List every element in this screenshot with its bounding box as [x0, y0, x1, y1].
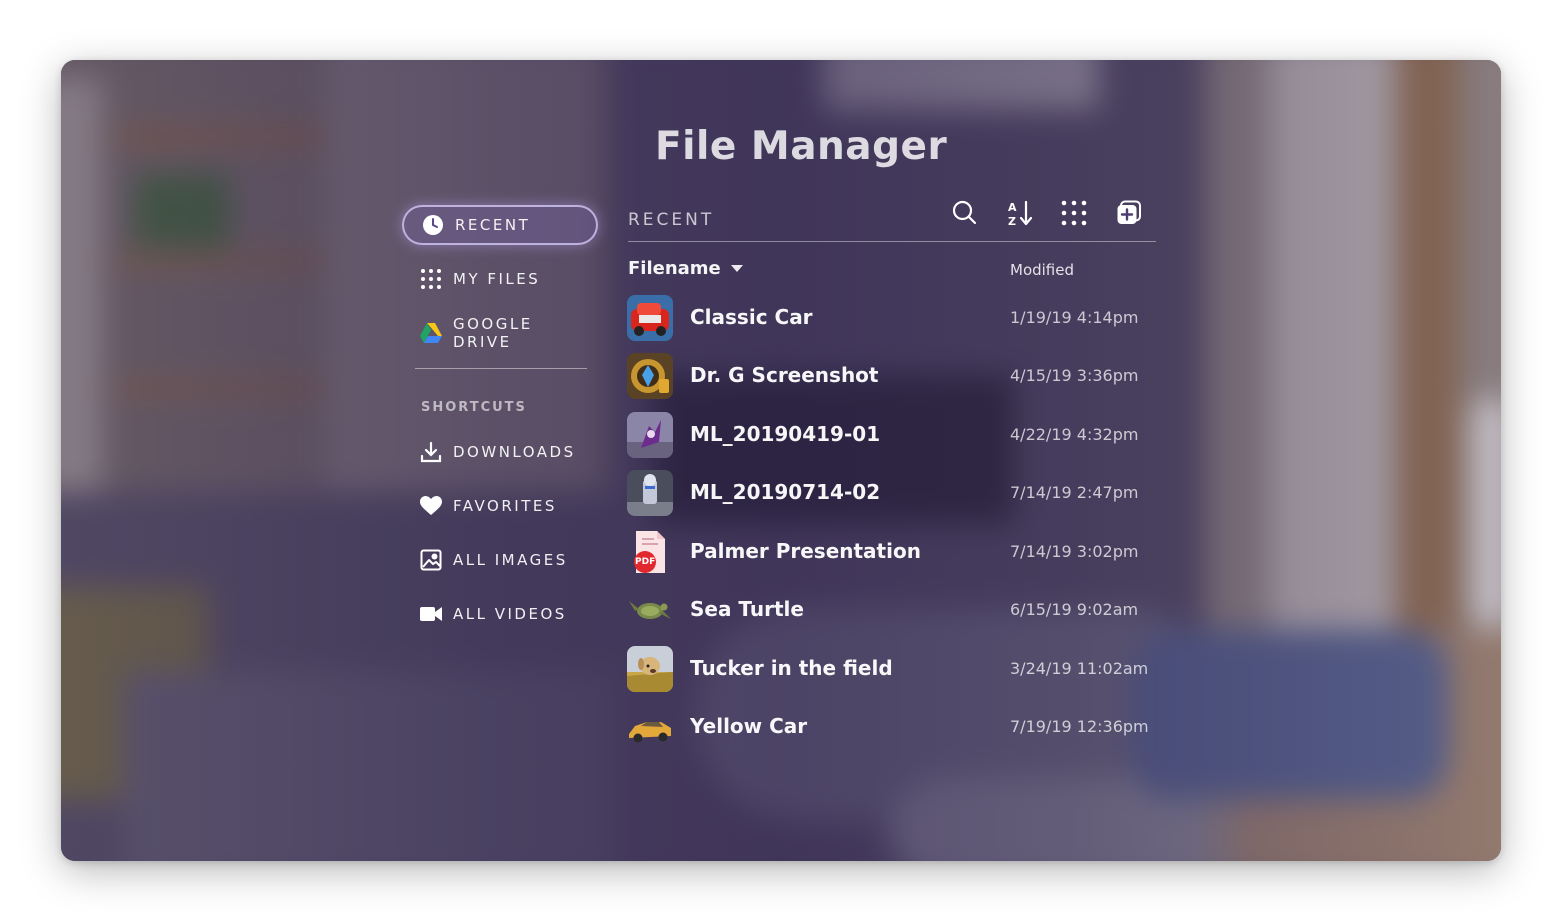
yellow-car-thumbnail [627, 704, 673, 750]
sidebar-item-google-drive[interactable]: GOOGLE DRIVE [402, 313, 598, 353]
sidebar-item-label: MY FILES [453, 270, 541, 288]
sea-turtle-thumbnail [627, 587, 673, 633]
file-modified-date: 1/19/19 4:14pm [1010, 308, 1139, 327]
sidebar-item-label: GOOGLE DRIVE [453, 315, 533, 351]
file-name: Dr. G Screenshot [690, 363, 879, 387]
header-divider [628, 241, 1156, 242]
file-row[interactable]: Dr. G Screenshot 4/15/19 3:36pm [627, 352, 1157, 400]
download-icon [420, 441, 442, 463]
sidebar-item-recent[interactable]: RECENT [402, 205, 598, 245]
file-name: ML_20190714-02 [690, 480, 881, 504]
file-modified-date: 7/19/19 12:36pm [1010, 717, 1149, 736]
file-row[interactable]: ML_20190419-01 4/22/19 4:32pm [627, 411, 1157, 459]
file-modified-date: 7/14/19 2:47pm [1010, 483, 1139, 502]
file-name: Yellow Car [690, 714, 808, 738]
pdf-icon: PDF [627, 529, 673, 575]
file-modified-date: 6/15/19 9:02am [1010, 600, 1139, 619]
heart-icon [420, 495, 442, 517]
filename-column-header[interactable]: Filename [628, 258, 743, 279]
sidebar-item-favorites[interactable]: FAVORITES [402, 486, 598, 526]
grid-dots-icon [420, 268, 442, 290]
sidebar-item-all-videos[interactable]: ALL VIDEOS [402, 594, 598, 634]
file-name: Palmer Presentation [690, 539, 921, 563]
sidebar-item-label: FAVORITES [453, 497, 557, 515]
file-row[interactable]: Classic Car 1/19/19 4:14pm [627, 294, 1157, 342]
file-row[interactable]: ML_20190714-02 7/14/19 2:47pm [627, 469, 1157, 517]
file-row[interactable]: Sea Turtle 6/15/19 9:02am [627, 586, 1157, 634]
file-row[interactable]: Tucker in the field 3/24/19 11:02am [627, 645, 1157, 693]
dog-photo-thumbnail [627, 646, 673, 692]
file-modified-date: 4/22/19 4:32pm [1010, 425, 1139, 444]
video-camera-icon [420, 603, 442, 625]
shortcuts-heading: SHORTCUTS [421, 400, 527, 415]
sidebar-item-label: DOWNLOADS [453, 443, 576, 461]
sidebar-item-label: ALL IMAGES [453, 551, 568, 569]
chevron-down-icon [730, 265, 743, 272]
svg-text:A: A [1008, 201, 1017, 214]
sort-button[interactable]: A Z [1005, 198, 1035, 228]
file-name: Sea Turtle [690, 597, 804, 621]
file-row[interactable]: PDF Palmer Presentation 7/14/19 3:02pm [627, 528, 1157, 576]
file-modified-date: 3/24/19 11:02am [1010, 659, 1149, 678]
search-button[interactable] [950, 198, 980, 228]
add-window-icon [1117, 200, 1141, 224]
pdf-badge: PDF [635, 557, 656, 567]
file-row[interactable]: Yellow Car 7/19/19 12:36pm [627, 703, 1157, 751]
file-name: ML_20190419-01 [690, 422, 881, 446]
search-icon [952, 200, 977, 225]
sidebar-item-my-files[interactable]: MY FILES [402, 259, 598, 299]
clock-icon [422, 214, 444, 236]
file-modified-date: 7/14/19 3:02pm [1010, 542, 1139, 561]
file-manager-window: File Manager RECENT MY FILES GOOGLE DRIV… [61, 60, 1501, 861]
google-drive-icon [420, 322, 442, 344]
app-title: File Manager [655, 124, 948, 169]
section-title: RECENT [628, 210, 715, 230]
sidebar-divider [415, 368, 587, 369]
new-window-button[interactable] [1114, 198, 1144, 228]
ml-capture-thumbnail [627, 470, 673, 516]
file-name: Tucker in the field [690, 656, 893, 680]
grid-view-button[interactable] [1059, 198, 1089, 228]
grid-view-icon [1061, 200, 1087, 226]
sort-alpha-icon: A Z [1008, 200, 1033, 227]
classic-car-thumbnail [627, 295, 673, 341]
image-icon [420, 549, 442, 571]
sidebar-item-label: RECENT [455, 216, 531, 234]
sidebar-item-label: ALL VIDEOS [453, 605, 567, 623]
svg-text:Z: Z [1008, 215, 1016, 227]
screenshot-thumbnail [627, 353, 673, 399]
filename-header-label: Filename [628, 258, 721, 279]
file-modified-date: 4/15/19 3:36pm [1010, 366, 1139, 385]
file-name: Classic Car [690, 305, 813, 329]
ml-capture-thumbnail [627, 412, 673, 458]
sidebar-item-all-images[interactable]: ALL IMAGES [402, 540, 598, 580]
sidebar-item-downloads[interactable]: DOWNLOADS [402, 432, 598, 472]
modified-column-header[interactable]: Modified [1010, 261, 1074, 279]
